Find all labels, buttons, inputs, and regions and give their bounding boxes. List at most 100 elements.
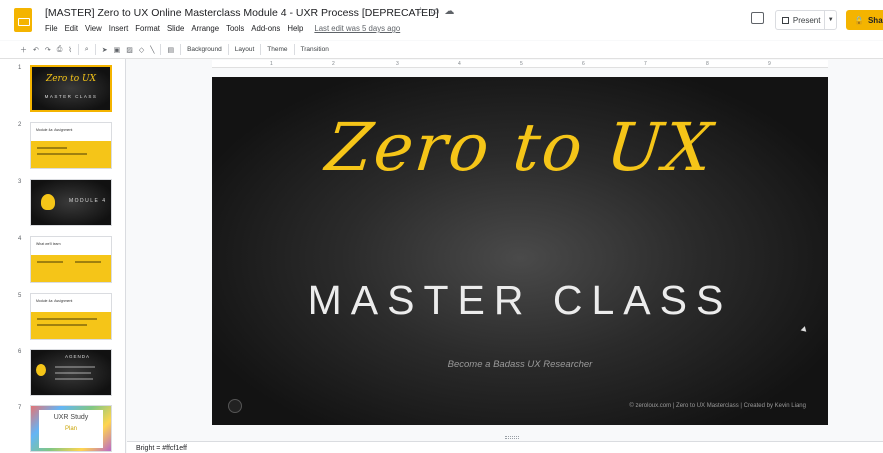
layout-button[interactable]: Layout xyxy=(235,46,255,53)
thumb-line xyxy=(55,378,93,380)
slides-logo-icon[interactable] xyxy=(14,8,32,32)
thumb-title: UXR Study xyxy=(53,414,89,421)
redo-icon[interactable]: ↷ xyxy=(45,46,51,54)
thumb-title: MODULE 4 xyxy=(69,198,107,204)
comment-history-icon[interactable] xyxy=(751,12,764,24)
toolbar-divider xyxy=(77,44,79,55)
share-button[interactable]: 🔒 Share xyxy=(846,10,883,30)
ruler-tick: 2 xyxy=(332,61,335,67)
present-button[interactable]: Present ▼ xyxy=(775,10,837,30)
document-title[interactable]: [MASTER] Zero to UX Online Masterclass M… xyxy=(45,7,439,19)
new-slide-icon[interactable]: ＋ xyxy=(20,45,27,55)
logo-badge-icon xyxy=(228,399,242,413)
thumb-band xyxy=(31,312,111,339)
last-edit-link[interactable]: Last edit was 5 days ago xyxy=(314,24,400,33)
thumb-line xyxy=(75,261,101,263)
menu-view[interactable]: View xyxy=(85,24,102,33)
slide-number: 4 xyxy=(18,236,22,242)
thumb-title: What we'll learn xyxy=(36,242,61,246)
present-icon xyxy=(782,16,789,24)
slide-canvas[interactable]: Zero to UX MASTER CLASS Become a Badass … xyxy=(212,77,828,425)
mouse-cursor-icon xyxy=(800,326,809,334)
thumb-subtitle: Plan xyxy=(64,426,77,432)
slide-number: 3 xyxy=(18,179,22,185)
speaker-notes[interactable]: Bright = #ffcf1eff xyxy=(127,441,883,453)
menu-help[interactable]: Help xyxy=(287,24,303,33)
slide-number: 7 xyxy=(18,405,22,411)
thumb-line xyxy=(37,153,87,155)
thumb-line xyxy=(55,372,91,374)
thumb-band xyxy=(31,255,111,282)
toolbar-divider xyxy=(227,44,229,55)
paint-format-icon[interactable]: ⌇ xyxy=(68,46,71,54)
slide-footer[interactable]: © zeroloux.com | Zero to UX Masterclass … xyxy=(629,403,806,409)
slide-thumbnail-5[interactable]: Module 4a: Assignment xyxy=(30,293,112,340)
menu-insert[interactable]: Insert xyxy=(109,24,129,33)
thumb-line xyxy=(37,318,97,320)
toolbar-divider xyxy=(260,44,262,55)
undo-icon[interactable]: ↶ xyxy=(33,46,39,54)
toolbar-divider xyxy=(160,44,162,55)
thumb-line xyxy=(37,261,63,263)
slide-number: 2 xyxy=(18,122,22,128)
toolbar: ＋ ↶ ↷ ⎙ ⌇ ⌕ ➤ ▣ ▨ ◇ ╲ ▤ Background Layou… xyxy=(0,41,883,59)
theme-button[interactable]: Theme xyxy=(267,46,287,53)
slide-number: 6 xyxy=(18,349,22,355)
background-button[interactable]: Background xyxy=(187,46,222,53)
slide-thumbnail-1[interactable]: Zero to UX MASTER CLASS xyxy=(30,65,112,112)
menu-arrange[interactable]: Arrange xyxy=(191,24,219,33)
notes-resize-handle[interactable] xyxy=(505,436,519,439)
menu-file[interactable]: File xyxy=(45,24,58,33)
menu-bar: File Edit View Insert Format Slide Arran… xyxy=(45,24,400,33)
present-dropdown-icon[interactable]: ▼ xyxy=(824,10,836,30)
menu-tools[interactable]: Tools xyxy=(226,24,244,33)
textbox-icon[interactable]: ▣ xyxy=(114,46,121,54)
ruler-tick: 4 xyxy=(458,61,461,67)
shape-icon[interactable]: ◇ xyxy=(139,46,144,54)
slide-thumbnail-2[interactable]: Module 4a: Assignment xyxy=(30,122,112,169)
share-label: Share xyxy=(867,15,883,25)
slide-thumbnail-6[interactable]: AGENDA xyxy=(30,349,112,396)
star-icon[interactable]: ☆ xyxy=(416,6,430,17)
menu-slide[interactable]: Slide xyxy=(167,24,184,33)
menu-format[interactable]: Format xyxy=(135,24,160,33)
thumb-title: Zero to UX xyxy=(45,74,97,84)
ruler-tick: 5 xyxy=(520,61,523,67)
slide-subtitle[interactable]: MASTER CLASS xyxy=(212,277,828,324)
line-icon[interactable]: ╲ xyxy=(150,46,154,54)
slide-number: 1 xyxy=(18,65,22,71)
lock-icon: 🔒 xyxy=(854,15,864,25)
thumb-title: AGENDA xyxy=(65,354,91,359)
lightbulb-icon xyxy=(36,364,46,376)
zoom-icon[interactable]: ⌕ xyxy=(85,46,89,54)
transition-button[interactable]: Transition xyxy=(301,46,329,53)
slide-thumbnail-4[interactable]: What we'll learn xyxy=(30,236,112,283)
thumb-title: Module 4a: Assignment xyxy=(36,299,73,303)
menu-edit[interactable]: Edit xyxy=(65,24,78,33)
title-actions: ☆▭☁ xyxy=(416,6,459,17)
print-icon[interactable]: ⎙ xyxy=(57,46,63,54)
thumb-band xyxy=(31,141,111,168)
thumb-line xyxy=(37,324,87,326)
thumb-title: Module 4a: Assignment xyxy=(36,128,73,132)
toolbar-divider xyxy=(293,44,295,55)
slide-thumbnail-7[interactable]: UXR Study Plan xyxy=(30,405,112,452)
horizontal-ruler[interactable]: 1 2 3 4 5 6 7 8 9 xyxy=(212,60,828,68)
image-icon[interactable]: ▨ xyxy=(126,46,133,54)
cloud-icon[interactable]: ☁ xyxy=(444,6,459,17)
ruler-tick: 3 xyxy=(396,61,399,67)
ruler-tick: 9 xyxy=(768,61,771,67)
slide-title[interactable]: Zero to UX xyxy=(212,109,828,186)
toolbar-divider xyxy=(180,44,182,55)
thumb-subtitle: MASTER CLASS xyxy=(44,94,98,99)
select-icon[interactable]: ➤ xyxy=(102,46,108,54)
slide-tagline[interactable]: Become a Badass UX Researcher xyxy=(212,359,828,370)
slide-thumbnail-3[interactable]: MODULE 4 xyxy=(30,179,112,226)
folder-icon[interactable]: ▭ xyxy=(430,6,444,17)
menu-addons[interactable]: Add-ons xyxy=(251,24,280,33)
ruler-tick: 1 xyxy=(270,61,273,67)
ruler-tick: 8 xyxy=(706,61,709,67)
slide-number: 5 xyxy=(18,293,22,299)
comment-icon[interactable]: ▤ xyxy=(167,46,174,54)
present-label: Present xyxy=(792,15,821,25)
